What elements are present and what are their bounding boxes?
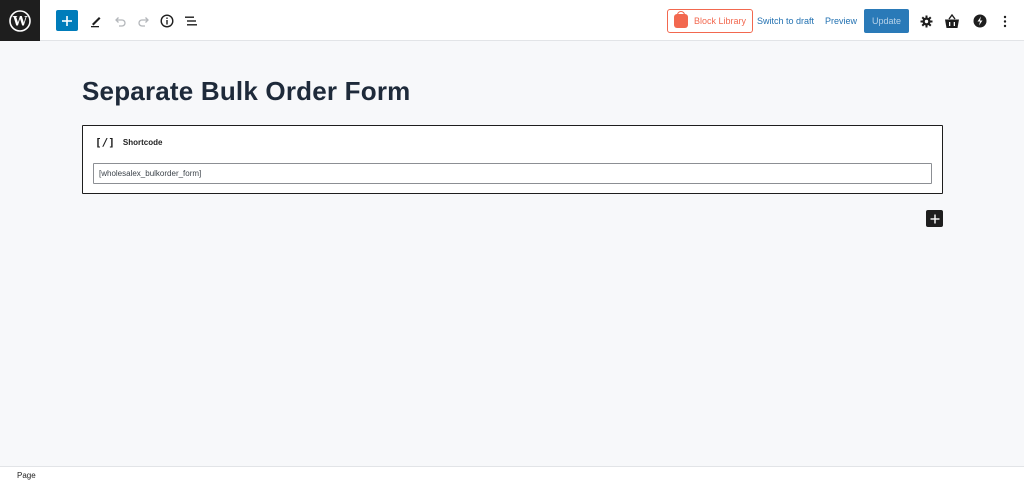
details-button[interactable] [157, 10, 177, 31]
wordpress-logo-button[interactable]: W [0, 0, 40, 41]
wordpress-icon: W [9, 9, 31, 32]
redo-button[interactable] [134, 10, 154, 31]
add-block-button[interactable] [56, 10, 78, 31]
tools-button[interactable] [86, 10, 106, 31]
more-options-button[interactable] [996, 11, 1014, 31]
more-vertical-icon [1003, 15, 1007, 27]
editor-header: W Block Library Switch to draft Preview … [0, 0, 1024, 41]
switch-to-draft-button[interactable]: Switch to draft [757, 16, 814, 26]
breadcrumb-page[interactable]: Page [17, 471, 36, 480]
shopping-basket-icon [945, 13, 959, 28]
preview-button[interactable]: Preview [825, 16, 857, 26]
info-icon [160, 13, 174, 28]
list-view-icon [185, 16, 197, 25]
plus-icon [930, 214, 939, 223]
undo-button[interactable] [110, 10, 130, 31]
update-button[interactable]: Update [864, 9, 909, 33]
list-view-button[interactable] [181, 10, 201, 31]
plugin-button[interactable] [971, 11, 989, 31]
svg-text:W: W [12, 14, 28, 29]
shortcode-block[interactable]: [/] Shortcode [wholesalex_bulkorder_form… [82, 125, 943, 194]
shop-plugin-button[interactable] [943, 11, 961, 31]
block-inserter-button[interactable] [926, 210, 943, 227]
shortcode-icon: [/] [95, 136, 115, 149]
page-title[interactable]: Separate Bulk Order Form [82, 76, 410, 107]
settings-button[interactable] [917, 11, 935, 31]
shortcode-label: Shortcode [122, 138, 163, 147]
block-breadcrumb-bar: Page [0, 466, 1024, 483]
block-library-button[interactable]: Block Library [667, 9, 753, 33]
plugin-logo-icon [973, 14, 987, 28]
shortcode-block-header: [/] Shortcode [95, 136, 162, 149]
shopping-bag-icon [674, 11, 688, 28]
undo-icon [115, 16, 126, 27]
redo-icon [138, 16, 149, 27]
shortcode-input[interactable]: [wholesalex_bulkorder_form] [93, 163, 932, 184]
plus-icon [62, 15, 72, 26]
block-library-label: Block Library [694, 16, 747, 26]
pencil-icon [91, 16, 101, 27]
gear-icon [920, 15, 932, 27]
